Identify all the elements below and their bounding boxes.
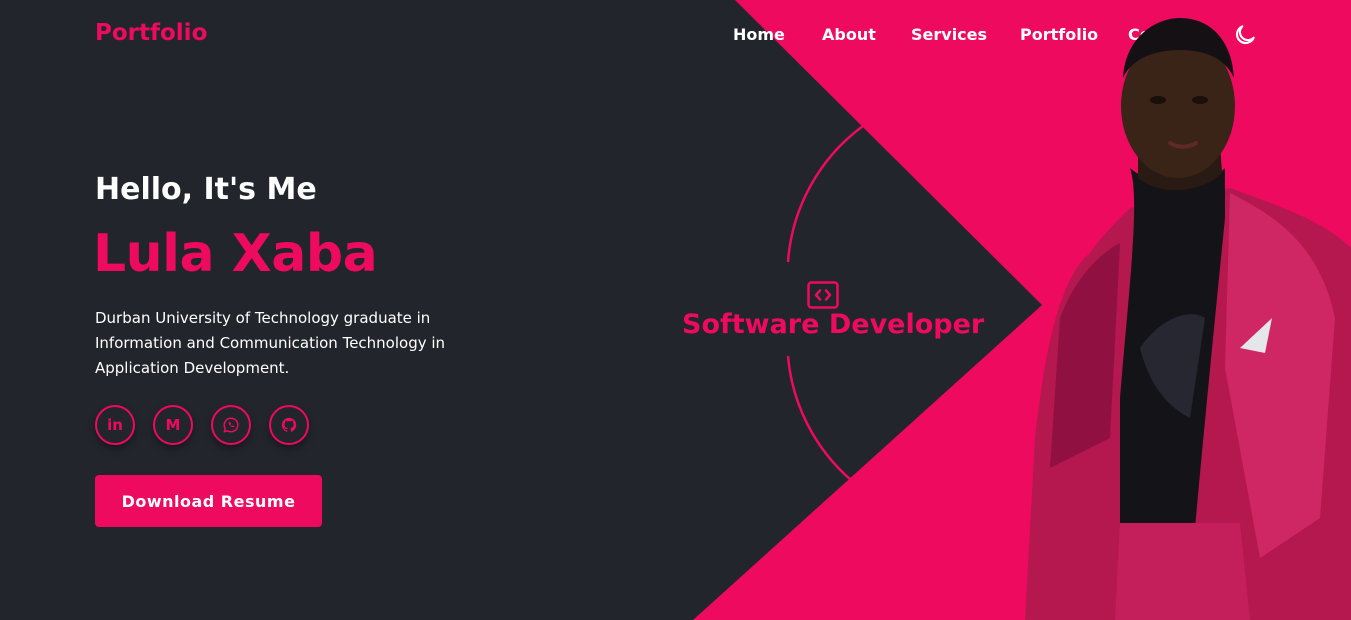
- code-icon: [807, 281, 839, 309]
- decorative-arc-bottom: [786, 355, 852, 481]
- role-title: Software Developer: [682, 309, 985, 340]
- nav-about[interactable]: About: [822, 24, 876, 46]
- whatsapp-icon: [223, 417, 239, 433]
- bio-text: Durban University of Technology graduate…: [95, 309, 446, 377]
- nav-services[interactable]: Services: [911, 24, 987, 46]
- greeting: Hello, It's Me: [95, 172, 317, 207]
- person-name: Lula Xaba: [93, 224, 378, 284]
- whatsapp-link[interactable]: [211, 405, 251, 445]
- download-resume-button[interactable]: Download Resume: [95, 475, 322, 527]
- hero-page: Portfolio Home About Services Portfolio …: [0, 0, 1351, 620]
- github-link[interactable]: [269, 405, 309, 445]
- social-links: in M: [95, 405, 335, 445]
- nav-home[interactable]: Home: [733, 24, 785, 46]
- github-icon: [281, 417, 297, 432]
- profile-photo: [1025, 18, 1351, 620]
- linkedin-link[interactable]: in: [95, 405, 135, 445]
- linkedin-icon: in: [107, 415, 123, 434]
- gmail-link[interactable]: M: [153, 405, 193, 445]
- decorative-arc-top: [786, 124, 864, 263]
- gmail-icon: M: [165, 415, 181, 434]
